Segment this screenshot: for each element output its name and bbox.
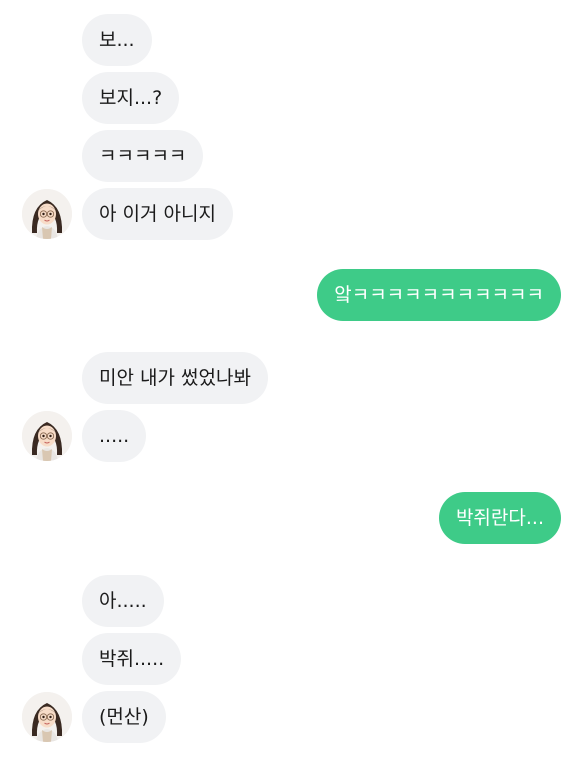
profile-avatar-icon[interactable] [22,411,72,461]
message-bubble-incoming[interactable]: ..... [82,410,147,462]
girl-avatar-icon [22,411,72,461]
message-bubble-incoming[interactable]: 보지...? [82,72,180,124]
message-bubble-incoming[interactable]: 미안 내가 썼었나봐 [82,352,268,404]
message-bubble-incoming[interactable]: 보... [82,14,152,66]
chat-conversation: 보... 보지...? ㅋㅋㅋㅋㅋ 아 이거 아니지 앜ㅋㅋㅋㅋㅋㅋㅋㅋㅋㅋㅋ … [0,0,581,760]
profile-avatar-icon[interactable] [22,189,72,239]
message-bubble-incoming[interactable]: 아..... [82,575,164,627]
girl-avatar-icon [22,692,72,742]
message-bubble-incoming[interactable]: 아 이거 아니지 [82,188,233,240]
message-bubble-outgoing[interactable]: 앜ㅋㅋㅋㅋㅋㅋㅋㅋㅋㅋㅋ [317,269,561,321]
message-bubble-incoming[interactable]: ㅋㅋㅋㅋㅋ [82,130,204,182]
message-bubble-incoming[interactable]: (먼산) [82,691,166,743]
girl-avatar-icon [22,189,72,239]
message-bubble-incoming[interactable]: 박쥐..... [82,633,182,685]
profile-avatar-icon[interactable] [22,692,72,742]
message-bubble-outgoing[interactable]: 박쥐란다... [438,492,561,544]
